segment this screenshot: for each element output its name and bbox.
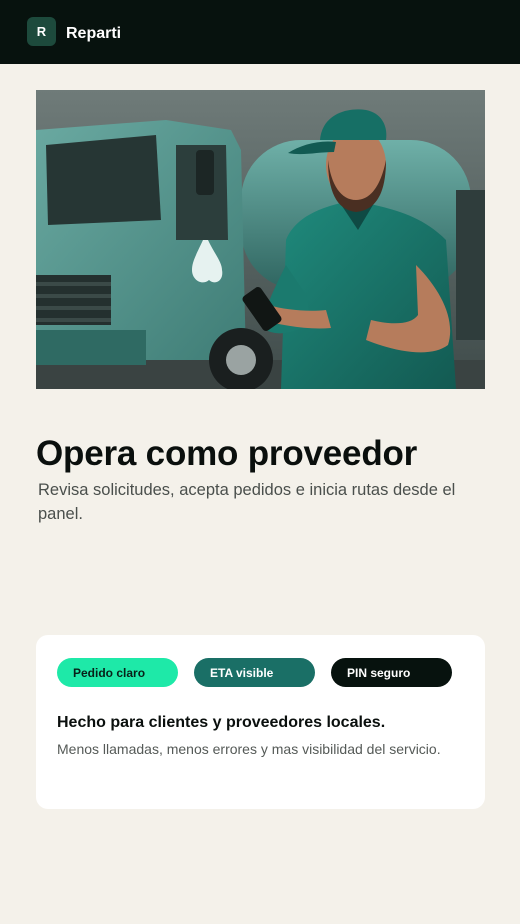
logo-letter: R [36, 24, 47, 39]
chip-pin-seguro[interactable]: PIN seguro [331, 658, 452, 687]
brand-name[interactable]: Reparti [66, 24, 121, 44]
feature-card-description: Menos llamadas, menos errores y mas visi… [57, 741, 441, 757]
chip-pedido-claro[interactable]: Pedido claro [57, 658, 178, 687]
chip-eta-visible[interactable]: ETA visible [194, 658, 315, 687]
feature-card-title: Hecho para clientes y proveedores locale… [57, 714, 386, 731]
brand-logo[interactable]: R [27, 17, 56, 46]
page-title: Opera como proveedor [36, 434, 418, 473]
hero-illustration [36, 90, 485, 389]
feature-card: Pedido claro ETA visible PIN seguro Hech… [36, 635, 485, 809]
hero-image [36, 90, 485, 389]
page-subtitle: Revisa solicitudes, acepta pedidos e ini… [38, 481, 456, 523]
top-bar: R Reparti [0, 0, 520, 64]
